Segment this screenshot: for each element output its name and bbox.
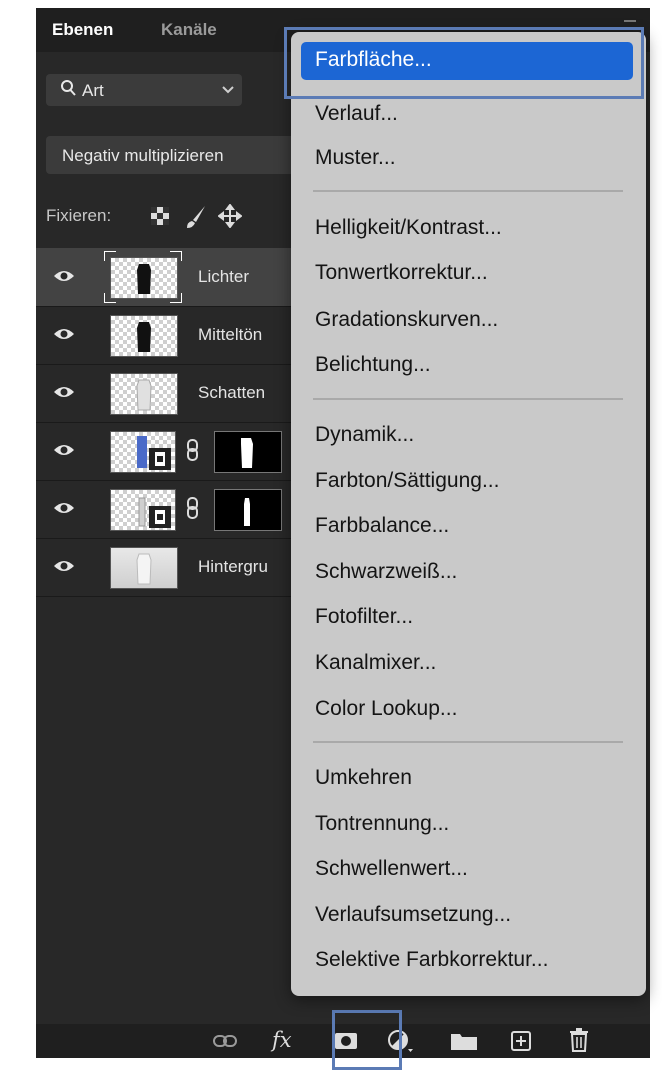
menu-item-schwarzweiss[interactable]: Schwarzweiß... bbox=[315, 560, 457, 584]
layer-mask-thumbnail[interactable] bbox=[214, 431, 282, 473]
adjustment-layer-menu: Farbfläche... Verlauf... Muster... Helli… bbox=[291, 32, 646, 996]
folder-icon[interactable] bbox=[450, 1031, 478, 1056]
eye-icon[interactable] bbox=[53, 326, 75, 347]
layer-name: Mitteltön bbox=[198, 325, 263, 344]
lock-transparency-icon[interactable] bbox=[150, 206, 170, 231]
menu-item-farbton-saettigung[interactable]: Farbton/Sättigung... bbox=[315, 469, 499, 493]
menu-separator bbox=[313, 190, 623, 192]
lock-label: Fixieren: bbox=[46, 206, 112, 225]
chain-link-icon[interactable] bbox=[186, 496, 200, 525]
menu-item-fotofilter[interactable]: Fotofilter... bbox=[315, 605, 413, 629]
panel-menu-icon[interactable] bbox=[624, 20, 636, 22]
layer-thumbnail bbox=[110, 431, 176, 473]
menu-item-tontrennung[interactable]: Tontrennung... bbox=[315, 812, 449, 836]
menu-item-highlight-frame bbox=[284, 27, 644, 99]
lock-paint-brush-icon[interactable] bbox=[184, 204, 208, 235]
layer-thumbnail bbox=[110, 315, 178, 357]
fx-icon[interactable]: fx bbox=[272, 1028, 292, 1052]
layer-filter-dropdown[interactable]: Art bbox=[46, 74, 242, 106]
new-layer-icon[interactable] bbox=[510, 1030, 532, 1057]
layer-row-lichter[interactable]: Lichter bbox=[36, 248, 296, 307]
menu-item-helligkeit-kontrast[interactable]: Helligkeit/Kontrast... bbox=[315, 216, 502, 240]
menu-item-color-lookup[interactable]: Color Lookup... bbox=[315, 697, 457, 721]
layer-thumbnail bbox=[110, 547, 178, 589]
menu-item-farbbalance[interactable]: Farbbalance... bbox=[315, 514, 449, 538]
eye-icon[interactable] bbox=[53, 558, 75, 579]
chain-link-icon[interactable] bbox=[186, 438, 200, 467]
layer-row-smart-object-2[interactable] bbox=[36, 480, 296, 539]
layer-thumbnail bbox=[110, 373, 178, 415]
chevron-down-icon bbox=[222, 82, 234, 98]
menu-item-dynamik[interactable]: Dynamik... bbox=[315, 423, 414, 447]
layer-mask-thumbnail[interactable] bbox=[214, 489, 282, 531]
trash-icon[interactable] bbox=[568, 1028, 590, 1057]
menu-item-muster[interactable]: Muster... bbox=[315, 146, 396, 170]
menu-separator bbox=[313, 398, 623, 400]
layer-row-hintergrund[interactable]: Hintergru bbox=[36, 538, 296, 597]
layer-name: Schatten bbox=[198, 383, 266, 402]
menu-item-selektive-farbkorrektur[interactable]: Selektive Farbkorrektur... bbox=[315, 948, 548, 972]
layer-row-schatten[interactable]: Schatten bbox=[36, 364, 296, 423]
eye-icon[interactable] bbox=[53, 442, 75, 463]
layer-name: Lichter bbox=[198, 267, 250, 286]
blend-mode-value: Negativ multiplizieren bbox=[62, 146, 224, 165]
eye-icon[interactable] bbox=[53, 268, 75, 289]
search-icon bbox=[60, 78, 78, 103]
layer-thumbnail bbox=[110, 489, 176, 531]
menu-separator bbox=[313, 741, 623, 743]
tab-ebenen[interactable]: Ebenen bbox=[52, 20, 113, 40]
menu-item-gradationskurven[interactable]: Gradationskurven... bbox=[315, 308, 498, 332]
eye-icon[interactable] bbox=[53, 500, 75, 521]
layer-thumbnail bbox=[110, 257, 178, 299]
filter-label: Art bbox=[82, 81, 104, 100]
menu-item-umkehren[interactable]: Umkehren bbox=[315, 766, 412, 790]
menu-item-tonwertkorrektur[interactable]: Tonwertkorrektur... bbox=[315, 261, 488, 285]
eye-icon[interactable] bbox=[53, 384, 75, 405]
menu-item-verlaufsumsetzung[interactable]: Verlaufsumsetzung... bbox=[315, 903, 511, 927]
menu-item-belichtung[interactable]: Belichtung... bbox=[315, 353, 431, 377]
link-layers-icon[interactable] bbox=[212, 1033, 238, 1054]
lock-move-icon[interactable] bbox=[217, 203, 243, 233]
adjustment-button-highlight bbox=[332, 1010, 402, 1070]
layer-row-smart-object-1[interactable] bbox=[36, 422, 296, 481]
menu-item-kanalmixer[interactable]: Kanalmixer... bbox=[315, 651, 436, 675]
layer-row-mitteltoene[interactable]: Mitteltön bbox=[36, 306, 296, 365]
blend-mode-dropdown[interactable]: Negativ multiplizieren bbox=[46, 136, 306, 174]
menu-item-schwellenwert[interactable]: Schwellenwert... bbox=[315, 857, 468, 881]
layer-name: Hintergru bbox=[198, 557, 268, 576]
tab-kanaele[interactable]: Kanäle bbox=[161, 20, 217, 40]
menu-item-verlauf[interactable]: Verlauf... bbox=[315, 102, 398, 126]
